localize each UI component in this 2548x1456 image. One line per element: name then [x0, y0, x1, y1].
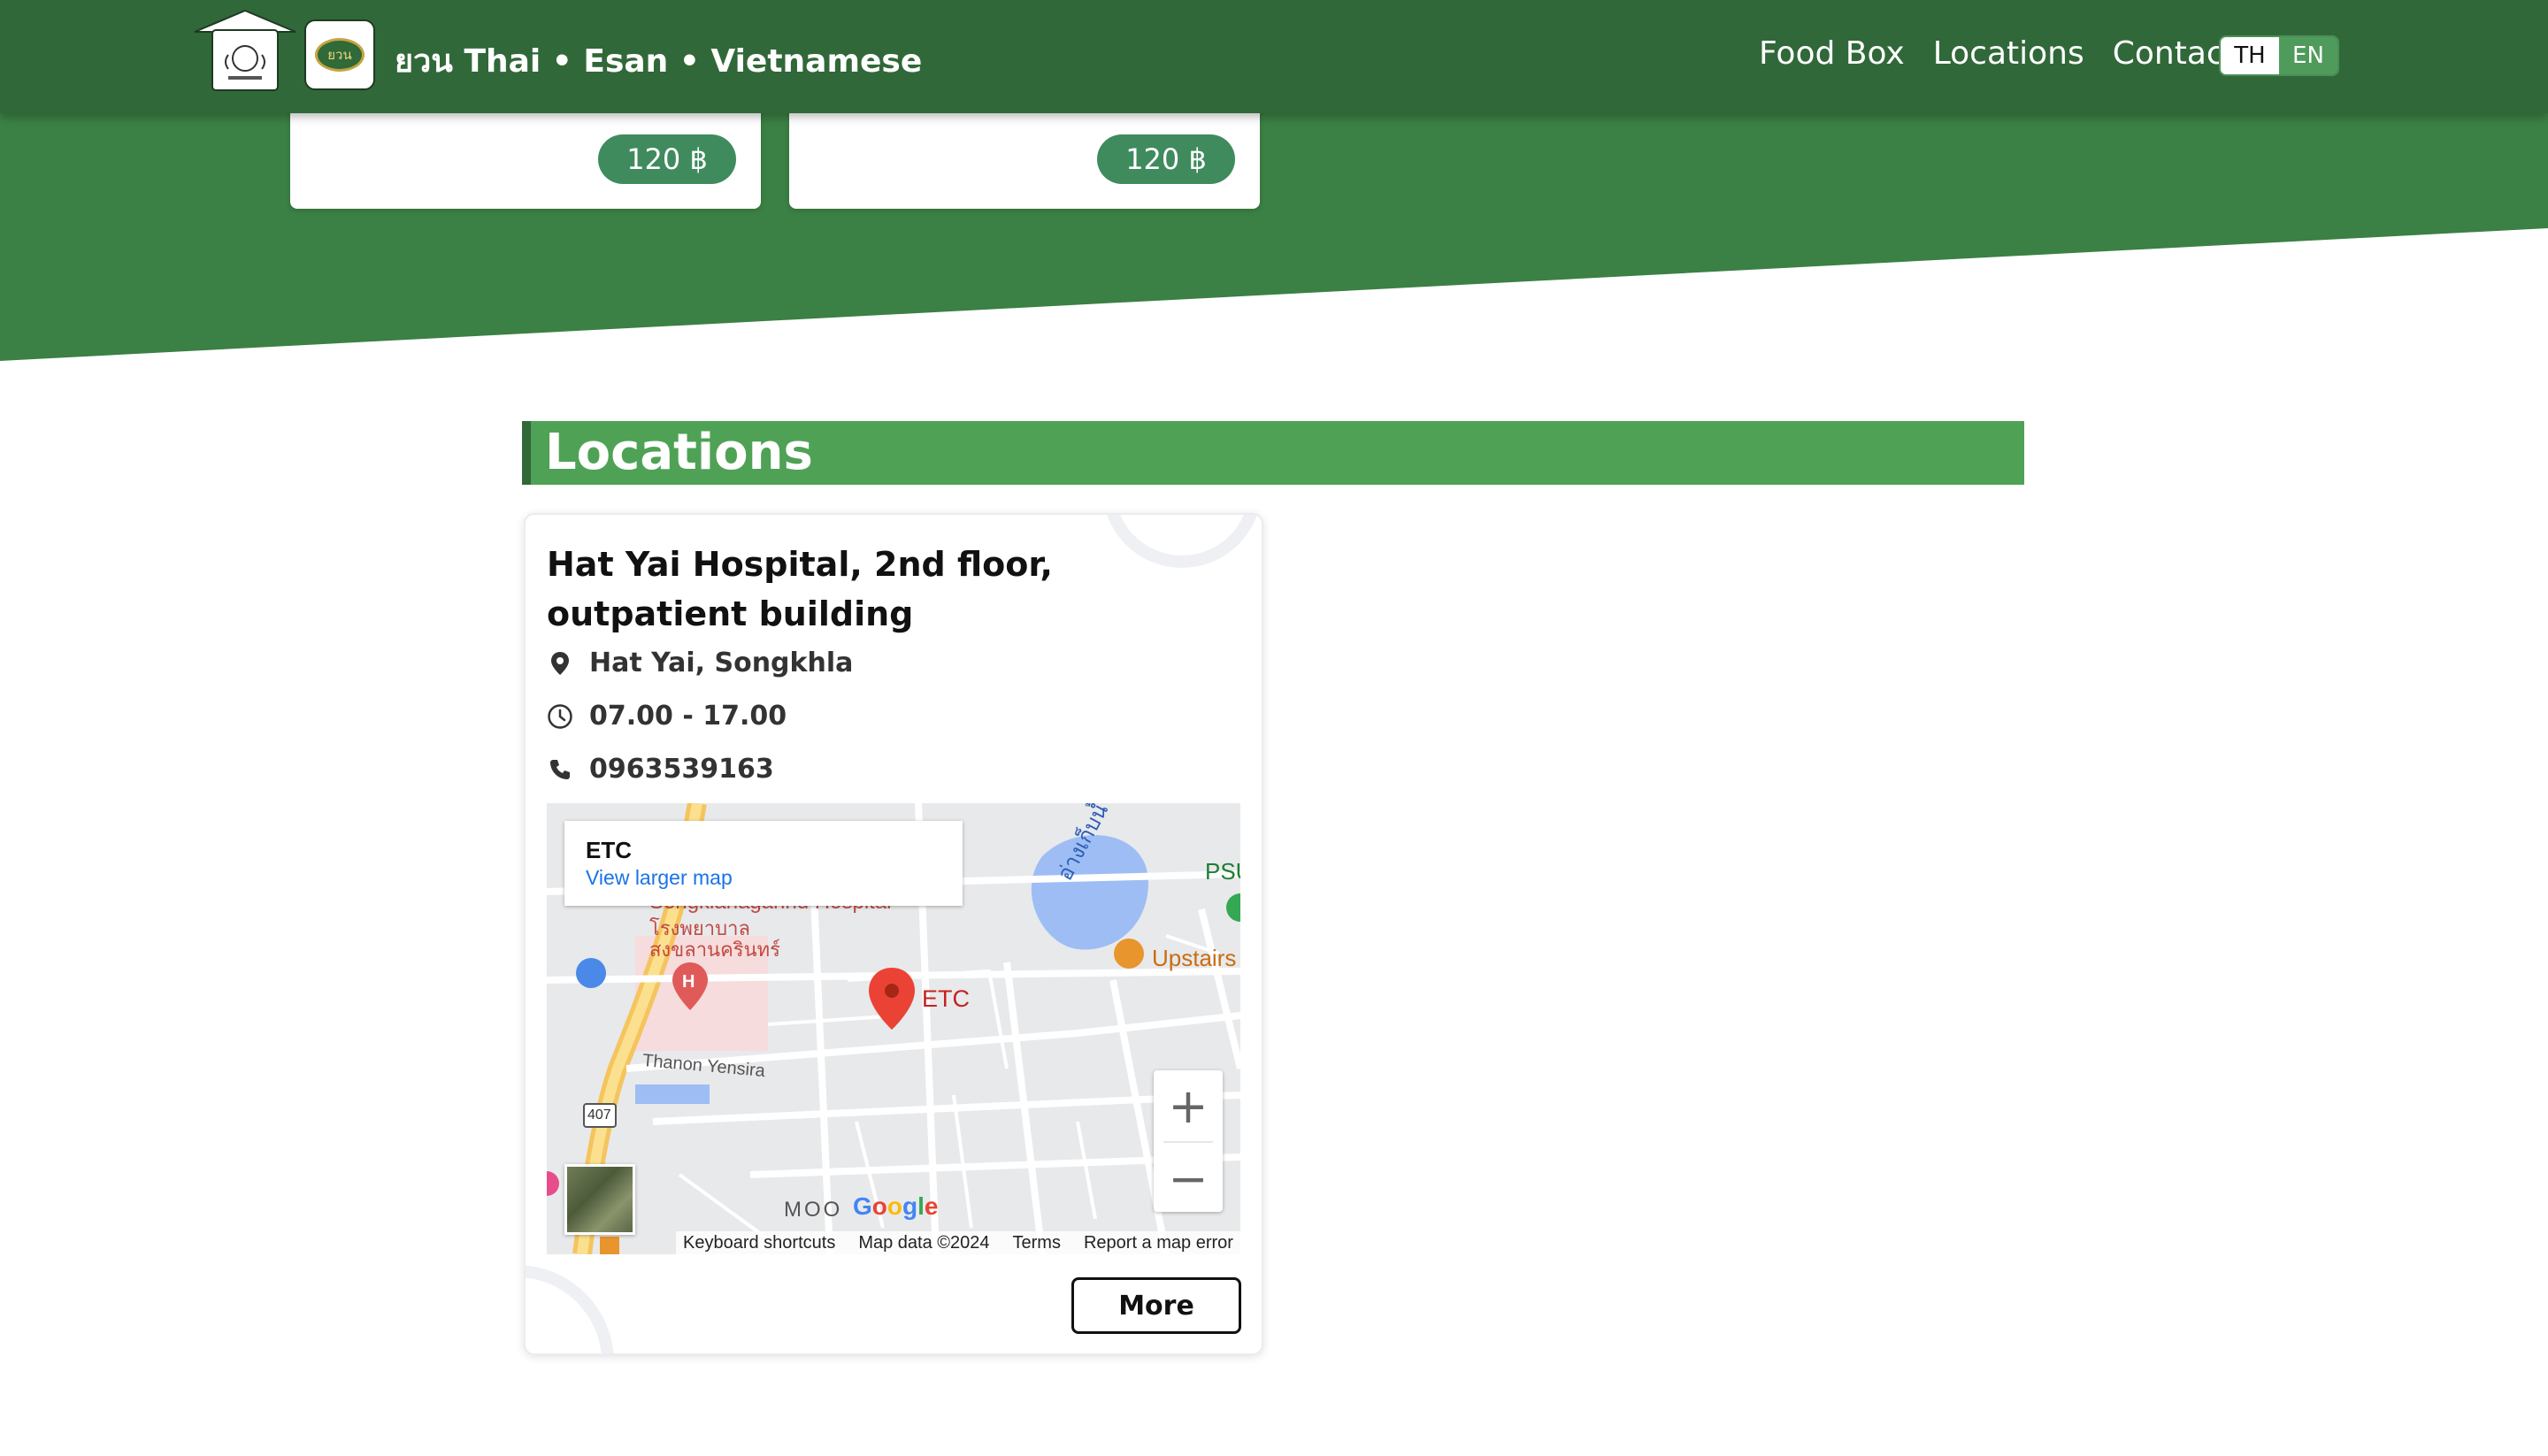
map-zoom-controls: + −	[1154, 1070, 1223, 1212]
badge-text: ยวน	[315, 38, 365, 72]
clock-icon	[547, 703, 573, 730]
map-label-moo: MOO	[784, 1198, 843, 1222]
map-pin-label: ETC	[922, 985, 970, 1012]
view-larger-map-link[interactable]: View larger map	[586, 866, 941, 890]
terms-link[interactable]: Terms	[1013, 1233, 1061, 1253]
map-place-name: ETC	[586, 837, 632, 863]
price-badge: 120 ฿	[598, 134, 736, 184]
google-logo: Google	[853, 1192, 939, 1220]
map-label-route: 407	[587, 1107, 611, 1123]
location-phone-row: 0963539163	[547, 754, 774, 785]
nav-food-box[interactable]: Food Box	[1759, 35, 1905, 72]
location-hours-row: 07.00 - 17.00	[547, 701, 787, 732]
location-area: Hat Yai, Songkhla	[589, 648, 854, 678]
language-toggle: TH EN	[2219, 35, 2339, 76]
nav-locations[interactable]: Locations	[1933, 35, 2084, 72]
map-label-hospital-th: สงขลานครินทร์	[649, 939, 780, 961]
more-button[interactable]: More	[1071, 1277, 1241, 1334]
satellite-toggle-button[interactable]	[564, 1164, 635, 1235]
keyboard-shortcuts-link[interactable]: Keyboard shortcuts	[683, 1233, 835, 1253]
section-title-locations: Locations	[522, 421, 2024, 485]
location-hours: 07.00 - 17.00	[589, 701, 787, 732]
svg-text:H: H	[682, 972, 695, 992]
location-area-row: Hat Yai, Songkhla	[547, 648, 853, 678]
brand-title[interactable]: ยวน Thai • Esan • Vietnamese	[395, 35, 922, 86]
location-phone[interactable]: 0963539163	[589, 754, 774, 785]
zoom-in-button[interactable]: +	[1154, 1070, 1223, 1141]
lang-en-button[interactable]: EN	[2279, 37, 2337, 74]
house-logo[interactable]	[193, 9, 297, 92]
map-footer: Keyboard shortcuts Map data ©2024 Terms …	[676, 1231, 1240, 1254]
zoom-out-button[interactable]: −	[1154, 1143, 1223, 1214]
location-name: Hat Yai Hospital, 2nd floor, outpatient …	[547, 545, 1053, 633]
brand-badge-logo[interactable]: ยวน	[304, 19, 375, 90]
nav-contact[interactable]: Contact	[2113, 35, 2237, 72]
map-data-attribution: Map data ©2024	[858, 1232, 990, 1253]
navbar: ยวน ยวน Thai • Esan • Vietnamese Food Bo…	[0, 0, 2548, 113]
map-info-box: ETC View larger map	[564, 821, 963, 906]
decorative-circle	[526, 1265, 614, 1353]
map-label-cafe: Upstairs	[1152, 945, 1237, 971]
price-badge: 120 ฿	[1097, 134, 1235, 184]
main-nav: Food Box Locations Contact	[1759, 35, 2237, 72]
embedded-map[interactable]: H ETC Songklanagarind Hospital โรงพยาบาล…	[547, 803, 1240, 1254]
report-map-error-link[interactable]: Report a map error	[1084, 1233, 1233, 1253]
phone-icon	[547, 756, 573, 783]
map-pin-icon	[547, 650, 573, 677]
location-card: Hat Yai Hospital, 2nd floor, outpatient …	[524, 513, 1263, 1355]
lang-th-button[interactable]: TH	[2221, 37, 2279, 74]
map-label-psu: PSU	[1205, 858, 1240, 885]
